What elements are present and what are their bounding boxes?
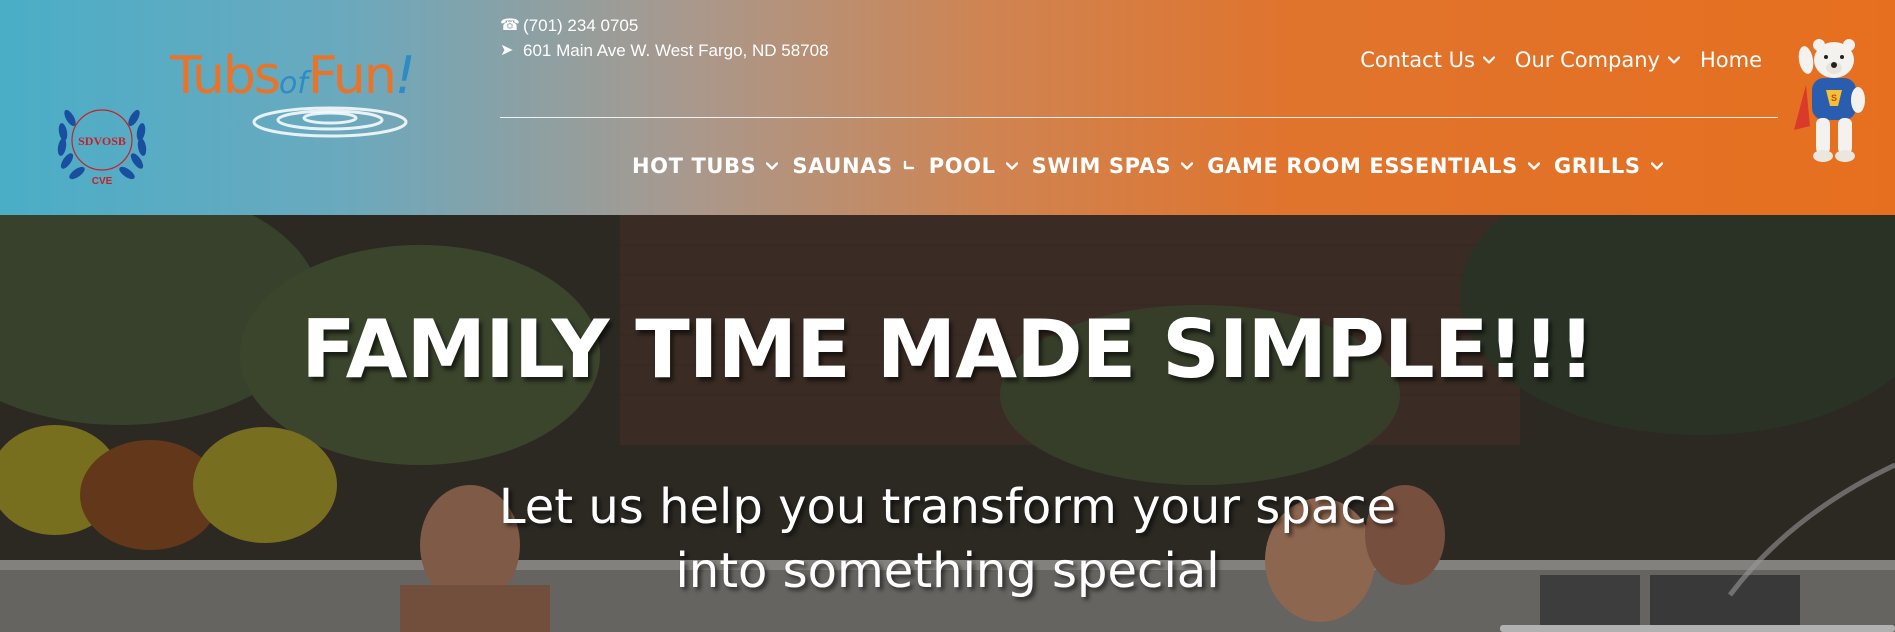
address-text: 601 Main Ave W. West Fargo, ND 58708 — [523, 41, 829, 60]
chevron-down-icon — [1650, 162, 1663, 170]
svg-text:S: S — [1831, 93, 1837, 103]
phone-icon: ☎ — [500, 17, 520, 34]
hero-title: FAMILY TIME MADE SIMPLE!!! — [301, 303, 1595, 396]
sdvosb-badge[interactable]: SDVOSB CVE — [50, 88, 154, 192]
hero-subtitle: Let us help you transform your space int… — [0, 475, 1895, 603]
chevron-down-icon — [1667, 56, 1680, 64]
contact-info: ☎ (701) 234 0705 ➤ 601 Main Ave W. West … — [500, 13, 829, 63]
nav-grills[interactable]: GRILLS — [1554, 154, 1663, 178]
chevron-down-icon — [1482, 56, 1495, 64]
chevron-down-icon — [1181, 162, 1194, 170]
nav-hot-tubs[interactable]: HOT TUBS — [632, 154, 779, 178]
laurel-wreath-icon: SDVOSB CVE — [57, 109, 147, 187]
nav-game-room-essentials[interactable]: GAME ROOM ESSENTIALS — [1207, 154, 1540, 178]
phone-row[interactable]: ☎ (701) 234 0705 — [500, 13, 829, 38]
phone-number: (701) 234 0705 — [523, 16, 639, 35]
arrow-icon: ➤ — [500, 42, 514, 59]
polar-bear-icon: S — [1794, 39, 1865, 162]
polar-bear-mascot[interactable]: S — [1792, 30, 1872, 170]
nav-saunas[interactable]: SAUNAS — [792, 154, 914, 178]
hero-subtitle-line-1: Let us help you transform your space — [498, 479, 1397, 535]
nav-swim-spas[interactable]: SWIM SPAS — [1032, 154, 1194, 178]
hero-section: FAMILY TIME MADE SIMPLE!!! Let us help y… — [0, 215, 1895, 632]
chevron-down-icon — [903, 160, 914, 170]
nav-contact-us[interactable]: Contact Us — [1360, 48, 1495, 72]
chevron-down-icon — [1005, 162, 1018, 170]
svg-text:SDVOSB: SDVOSB — [78, 134, 126, 148]
svg-text:CVE: CVE — [92, 176, 113, 187]
water-ripple-icon — [252, 106, 408, 138]
nav-home[interactable]: Home — [1700, 48, 1762, 72]
top-nav: Contact Us Our Company Home — [1360, 48, 1762, 72]
nav-our-company[interactable]: Our Company — [1515, 48, 1680, 72]
site-logo[interactable]: TubsofFun! — [170, 42, 490, 138]
main-nav: HOT TUBS SAUNAS POOL SWIM SPAS GAME ROOM… — [632, 154, 1663, 178]
address-row[interactable]: ➤ 601 Main Ave W. West Fargo, ND 58708 — [500, 38, 829, 63]
nav-pool[interactable]: POOL — [929, 154, 1018, 178]
chevron-down-icon — [1527, 162, 1540, 170]
header-divider — [500, 117, 1778, 118]
chevron-down-icon — [766, 162, 779, 170]
hero-subtitle-line-2: into something special — [675, 543, 1220, 599]
site-header: SDVOSB CVE TubsofFun! ☎ (701) 234 0705 ➤… — [0, 0, 1895, 215]
